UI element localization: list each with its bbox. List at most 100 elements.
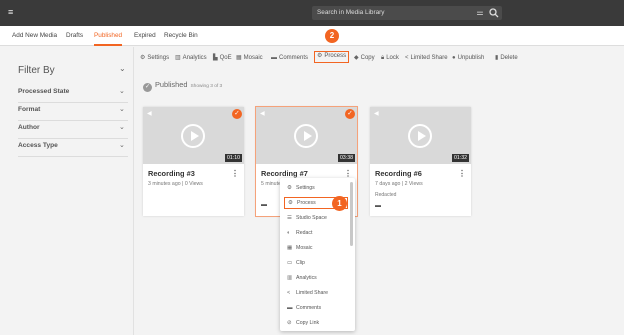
clip-icon: ▭	[287, 260, 293, 266]
tab-expired[interactable]: Expired	[134, 26, 156, 46]
toolbar-process-button[interactable]: ⚙ Process	[314, 51, 350, 63]
share-icon: <	[405, 55, 409, 61]
menu-item-limited-share[interactable]: < Limited Share	[284, 287, 348, 299]
process-icon: ⚙	[288, 200, 293, 206]
menu-item-redact[interactable]: ◐ Redact	[284, 227, 348, 239]
play-icon[interactable]	[408, 124, 432, 148]
toolbar-copy-button[interactable]: ◆ Copy	[354, 52, 375, 64]
chevron-down-icon[interactable]: ⌄	[119, 64, 126, 73]
volume-icon: ◀	[260, 111, 265, 117]
redact-icon: ◐	[287, 230, 291, 236]
showing-count: Showing 3 of 3	[190, 84, 223, 89]
duration-badge: 01:10	[225, 154, 242, 162]
menu-item-comments[interactable]: ▬ Comments	[284, 302, 348, 314]
volume-icon: ◀	[147, 111, 152, 117]
published-label: Published	[155, 80, 188, 89]
filter-label: Author	[18, 124, 40, 131]
toolbar-lock-button[interactable]: 🔒︎ Lock	[381, 52, 399, 64]
menu-item-settings[interactable]: ⚙ Settings	[284, 182, 348, 194]
toolbar-analytics-button[interactable]: ▥ Analytics	[175, 52, 207, 64]
toolbar-delete-button[interactable]: ▮ Delete	[495, 52, 518, 64]
menu-scrollbar[interactable]	[350, 182, 353, 246]
redacted-badge: Redacted	[375, 192, 397, 198]
filter-processed-state[interactable]: Processed State ⌄	[18, 85, 128, 103]
toolbar-mosaic-button[interactable]: ▦ Mosaic	[236, 52, 263, 64]
media-card[interactable]: ◀ 01:10 ✓ Recording #3 ⋮ 3 minutes ago |…	[143, 107, 244, 216]
gear-icon: ⚙	[287, 185, 292, 191]
studio-icon: ☰	[287, 215, 292, 221]
duration-badge: 03:38	[338, 154, 355, 162]
chevron-down-icon: ⌄	[119, 106, 125, 113]
kebab-menu-icon[interactable]: ⋮	[458, 169, 466, 178]
sliders-icon[interactable]: ⚌	[474, 7, 486, 19]
lock-icon: 🔒︎	[381, 55, 385, 61]
video-thumbnail[interactable]: ◀ 03:38	[256, 107, 357, 164]
card-title[interactable]: Recording #7	[261, 169, 308, 178]
trash-icon: ▮	[495, 55, 499, 61]
menu-item-studio-space[interactable]: ☰ Studio Space	[284, 212, 348, 224]
search-icon[interactable]	[488, 7, 500, 19]
filter-title: Filter By	[18, 65, 55, 76]
closed-captions-icon: ▬	[261, 202, 267, 208]
top-bar: ≡ Search in Media Library ⚌	[0, 0, 624, 26]
check-circle-icon: ✓	[143, 83, 152, 92]
analytics-icon: ▥	[287, 275, 293, 281]
comments-icon: ▬	[287, 305, 293, 311]
menu-item-mosaic[interactable]: ▦ Mosaic	[284, 242, 348, 254]
closed-captions-icon: ▬	[375, 203, 381, 209]
filter-label: Format	[18, 106, 41, 113]
tab-add-new-media[interactable]: Add New Media	[12, 26, 57, 46]
selected-check-icon[interactable]: ✓	[345, 109, 355, 119]
tab-published[interactable]: Published	[94, 26, 123, 46]
card-meta: 7 days ago | 2 Views	[375, 181, 423, 187]
filter-format[interactable]: Format ⌄	[18, 103, 128, 121]
filter-author[interactable]: Author ⌄	[18, 121, 128, 139]
video-thumbnail[interactable]: ◀ 01:32	[370, 107, 471, 164]
analytics-icon: ▥	[175, 55, 181, 61]
play-icon[interactable]	[181, 124, 205, 148]
share-icon: <	[287, 290, 291, 296]
selected-check-icon[interactable]: ✓	[232, 109, 242, 119]
play-icon[interactable]	[294, 124, 318, 148]
kebab-menu-icon[interactable]: ⋮	[231, 169, 239, 178]
toolbar-comments-button[interactable]: ▬ Comments	[271, 52, 308, 64]
qoe-icon: ▙	[213, 55, 218, 61]
card-meta: 3 minutes ago | 0 Views	[148, 181, 203, 187]
filter-label: Access Type	[18, 142, 58, 149]
mosaic-icon: ▦	[236, 55, 242, 61]
hamburger-icon[interactable]: ≡	[8, 8, 16, 17]
mosaic-icon: ▦	[287, 245, 293, 251]
step-callout-1: 1	[332, 196, 347, 211]
copy-icon: ◆	[354, 55, 359, 61]
media-tabs: Add New Media Drafts Published Expired R…	[0, 26, 624, 46]
volume-icon: ◀	[374, 111, 379, 117]
comments-icon: ▬	[271, 55, 277, 61]
tab-recycle-bin[interactable]: Recycle Bin	[164, 26, 198, 46]
chevron-down-icon: ⌄	[119, 142, 125, 149]
toolbar-settings-button[interactable]: ⚙ Settings	[140, 52, 169, 64]
process-icon: ⚙	[317, 53, 323, 59]
toolbar-limited-share-button[interactable]: < Limited Share	[405, 52, 448, 64]
chevron-down-icon: ⌄	[119, 124, 125, 131]
menu-item-clip[interactable]: ▭ Clip	[284, 257, 348, 269]
filter-label: Processed State	[18, 88, 70, 95]
media-card[interactable]: ◀ 01:32 Recording #6 ⋮ 7 days ago | 2 Vi…	[370, 107, 471, 216]
video-thumbnail[interactable]: ◀ 01:10	[143, 107, 244, 164]
step-callout-2: 2	[325, 29, 339, 43]
published-heading: ✓ Published Showing 3 of 3	[143, 80, 222, 92]
toolbar-qoe-button[interactable]: ▙ QoE	[213, 52, 232, 64]
action-toolbar: ⚙ Settings ▥ Analytics ▙ QoE ▦ Mosaic ▬ Comme…	[140, 51, 620, 64]
card-title[interactable]: Recording #3	[148, 169, 195, 178]
filter-sidebar: Filter By ⌄ Processed State ⌄ Format ⌄ A…	[0, 47, 134, 335]
chevron-down-icon: ⌄	[119, 88, 125, 95]
menu-item-copy-link[interactable]: ⊘ Copy Link	[284, 317, 348, 329]
menu-item-analytics[interactable]: ▥ Analytics	[284, 272, 348, 284]
filter-access-type[interactable]: Access Type ⌄	[18, 139, 128, 157]
card-title[interactable]: Recording #6	[375, 169, 422, 178]
duration-badge: 01:32	[452, 154, 469, 162]
link-icon: ⊘	[287, 320, 292, 326]
kebab-menu-icon[interactable]: ⋮	[344, 169, 352, 178]
toolbar-unpublish-button[interactable]: ● Unpublish	[452, 52, 484, 64]
unpublish-icon: ●	[452, 55, 456, 61]
tab-drafts[interactable]: Drafts	[66, 26, 83, 46]
